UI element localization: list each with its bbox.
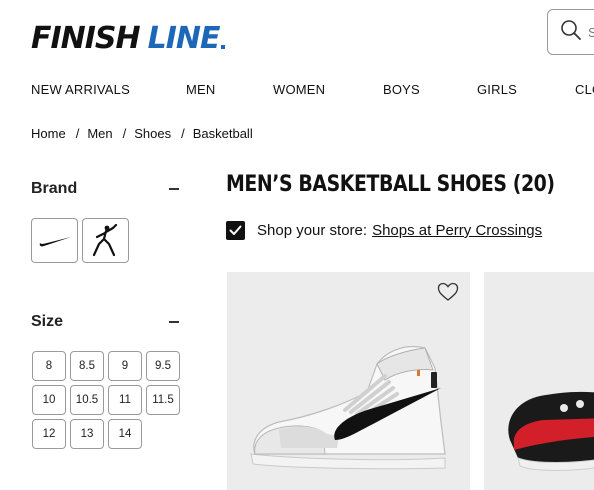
nike-swoosh-icon bbox=[39, 236, 71, 246]
nav-item-men[interactable]: MEN bbox=[186, 82, 216, 97]
breadcrumb-separator: / bbox=[122, 126, 127, 141]
checkmark-icon bbox=[229, 225, 242, 235]
nav-item-new-arrivals[interactable]: NEW ARRIVALS bbox=[31, 82, 130, 97]
shop-your-store-row: Shop your store: Shops at Perry Crossing… bbox=[226, 221, 542, 240]
brand-tile-nike[interactable] bbox=[31, 218, 78, 263]
product-card[interactable] bbox=[484, 272, 594, 490]
jordan-jumpman-icon bbox=[92, 223, 117, 256]
search-box[interactable] bbox=[547, 9, 594, 55]
brand-tile-jordan[interactable] bbox=[82, 218, 129, 263]
search-input[interactable] bbox=[588, 24, 594, 40]
size-filter-header[interactable]: Size bbox=[31, 313, 179, 331]
size-option[interactable]: 8.5 bbox=[70, 351, 104, 381]
size-option[interactable]: 9.5 bbox=[146, 351, 180, 381]
size-option[interactable]: 11 bbox=[108, 385, 142, 415]
product-image-red-black-sneaker bbox=[508, 391, 594, 471]
main-navigation: NEW ARRIVALS MEN WOMEN BOYS GIRLS CLO bbox=[0, 82, 594, 102]
size-option[interactable]: 11.5 bbox=[146, 385, 180, 415]
store-label: Shop your store: bbox=[257, 222, 368, 239]
nav-item-women[interactable]: WOMEN bbox=[273, 82, 325, 97]
store-checkbox[interactable] bbox=[226, 221, 245, 240]
search-icon[interactable] bbox=[560, 19, 582, 46]
brand-filter-header[interactable]: Brand bbox=[31, 180, 179, 198]
product-image-high-top-sneaker bbox=[250, 345, 446, 470]
collapse-minus-icon[interactable] bbox=[169, 188, 179, 190]
size-option[interactable]: 9 bbox=[108, 351, 142, 381]
breadcrumb-home[interactable]: Home bbox=[31, 126, 66, 141]
finish-line-logo[interactable]: FINISH LINE bbox=[31, 20, 225, 56]
logo-word-finish: FINISH bbox=[31, 20, 141, 56]
page-title: MEN’S BASKETBALL SHOES (20) bbox=[226, 172, 555, 197]
size-filter-title: Size bbox=[31, 313, 64, 330]
brand-filter-title: Brand bbox=[31, 180, 78, 197]
logo-dot bbox=[220, 45, 225, 49]
breadcrumb-basketball: Basketball bbox=[192, 126, 253, 141]
breadcrumb-separator: / bbox=[181, 126, 185, 141]
logo-word-line: LINE bbox=[147, 20, 221, 56]
size-option[interactable]: 12 bbox=[32, 419, 66, 449]
size-option[interactable]: 14 bbox=[108, 419, 142, 449]
size-option[interactable]: 13 bbox=[70, 419, 104, 449]
product-card[interactable] bbox=[227, 272, 470, 490]
breadcrumb-shoes[interactable]: Shoes bbox=[134, 126, 171, 141]
store-link[interactable]: Shops at Perry Crossings bbox=[372, 222, 542, 239]
size-option[interactable]: 10 bbox=[32, 385, 66, 415]
breadcrumb: Home / Men / Shoes / Basketball bbox=[31, 126, 253, 141]
breadcrumb-separator: / bbox=[75, 126, 80, 141]
size-option[interactable]: 8 bbox=[32, 351, 66, 381]
size-option[interactable]: 10.5 bbox=[70, 385, 104, 415]
nav-item-boys[interactable]: BOYS bbox=[383, 82, 420, 97]
collapse-minus-icon[interactable] bbox=[169, 321, 179, 323]
breadcrumb-men[interactable]: Men bbox=[87, 126, 112, 141]
nav-item-girls[interactable]: GIRLS bbox=[477, 82, 517, 97]
nav-item-clothing[interactable]: CLO bbox=[575, 82, 594, 97]
